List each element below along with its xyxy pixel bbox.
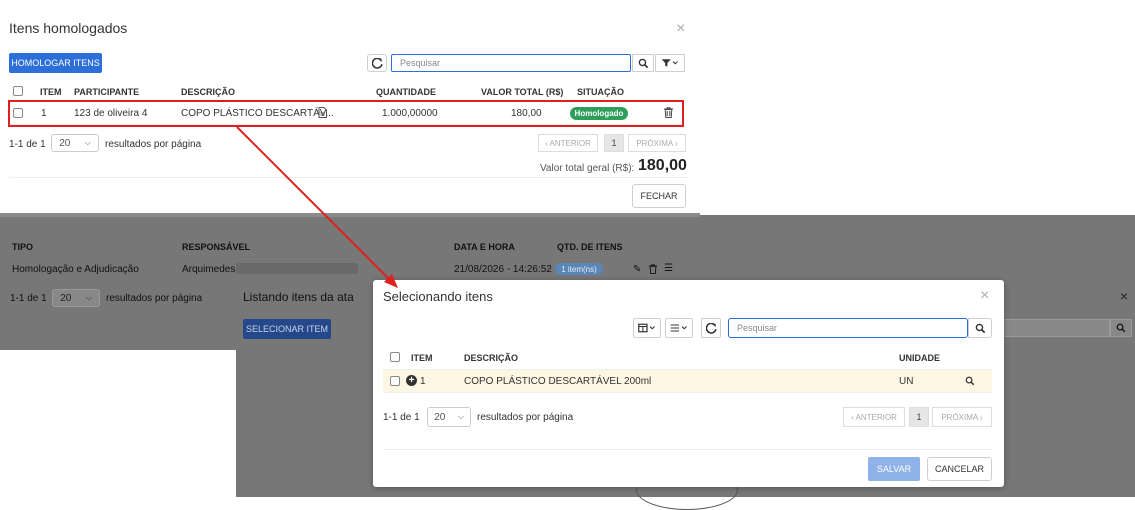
annotation-arrow xyxy=(236,126,398,288)
arrow-line xyxy=(236,126,391,281)
